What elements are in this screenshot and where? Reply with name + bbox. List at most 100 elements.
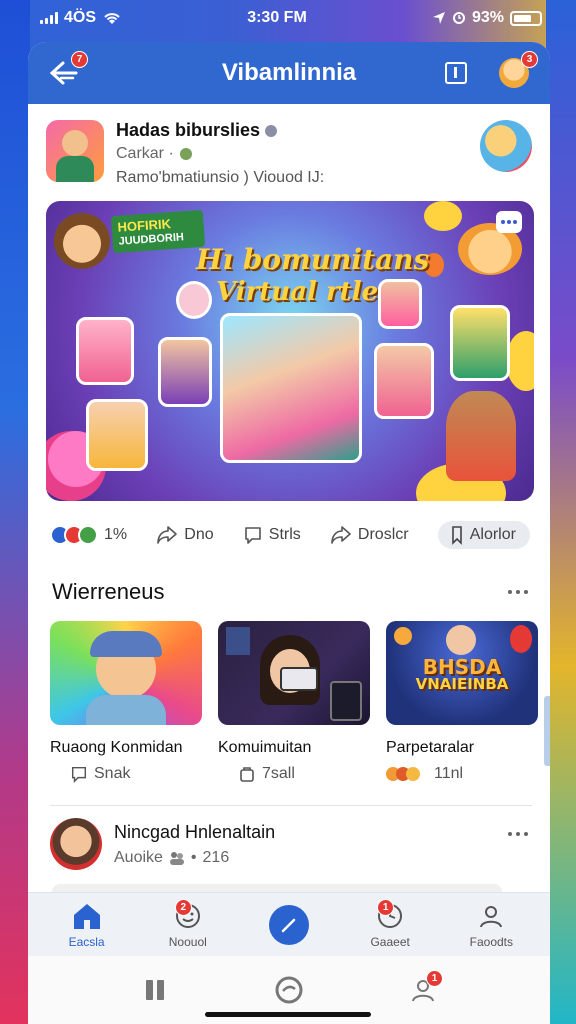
- alarm-icon: [452, 12, 465, 24]
- author-name[interactable]: Hadas biburslies: [116, 120, 468, 141]
- photo-kid: [76, 317, 134, 385]
- photo-kid: [86, 399, 148, 471]
- post-actions: 1% Dno Strls Droslcr Alorlor: [28, 509, 550, 561]
- photo-kid: [158, 337, 212, 407]
- home-icon: [73, 903, 100, 929]
- tab-home[interactable]: Eacsla: [47, 901, 127, 949]
- more-options-button[interactable]: [496, 211, 522, 233]
- recents-button[interactable]: [135, 970, 175, 1010]
- back-badge: 7: [71, 51, 88, 68]
- balloon-shape: [506, 331, 534, 391]
- banner-headline: Hı bomunitans: [196, 243, 430, 276]
- section-title: Wierreneus: [52, 579, 165, 604]
- tab-label: Faoodts: [469, 934, 514, 949]
- suggestion-more-button[interactable]: [508, 832, 528, 836]
- card-item[interactable]: Komuimuitan 7sall: [218, 621, 370, 783]
- verified-icon: [265, 124, 278, 137]
- tab-badge: 2: [174, 898, 192, 916]
- bottom-tab-bar: Eacsla 2 Noouol 1 Gaaeet Faoodts: [28, 892, 550, 956]
- tab-badge: 1: [377, 898, 395, 916]
- tab-label: Gaaeet: [370, 934, 410, 949]
- carousel-scroll-hint: [544, 696, 550, 766]
- post-banner-image[interactable]: HOFIRIK JUUDBORIH Hı bomunitans Virtual …: [46, 201, 534, 501]
- background-left: [0, 0, 30, 1024]
- back-button[interactable]: 7: [46, 51, 88, 91]
- suggested-profile[interactable]: Nincgad Hnlenaltain Auoike • 216: [28, 806, 550, 870]
- battery-icon: [510, 10, 542, 26]
- app-header: 7 Vibamlinnia 3: [28, 42, 550, 104]
- profile-nav-button[interactable]: 1: [403, 970, 443, 1010]
- location-icon: [432, 12, 445, 24]
- group-avatar[interactable]: [480, 120, 532, 172]
- tab-profile[interactable]: Faoodts: [451, 901, 531, 949]
- comment-button[interactable]: Strls: [243, 525, 301, 545]
- card-item[interactable]: BHSDA VNAIEINBA Parpetaralar 11nl: [386, 621, 538, 783]
- save-button[interactable]: Alorlor: [437, 521, 530, 549]
- tab-notifications[interactable]: 2 Noouol: [148, 898, 228, 949]
- person-icon: [480, 905, 503, 927]
- post-subtitle: Carkar ·: [116, 145, 468, 163]
- profile-button[interactable]: 3: [496, 51, 538, 91]
- photo-kid: [176, 281, 212, 319]
- reaction-icon: [386, 767, 420, 781]
- profile-badge: 3: [521, 51, 538, 68]
- home-circle-icon: [275, 976, 303, 1004]
- photo-kid: [378, 279, 422, 329]
- suggested-meta: Auoike • 216: [114, 848, 230, 866]
- background-right: [546, 0, 576, 1024]
- card-title: Ruaong Konmidan: [50, 739, 183, 756]
- carrier-label: 4ÖS: [64, 9, 97, 26]
- reactions-count: 1%: [104, 526, 128, 543]
- photo-kid: [374, 343, 434, 419]
- card-carousel: Ruaong Konmidan Snak Komuimuitan 7sall B…: [28, 605, 550, 783]
- card-title: Parpetaralar: [386, 739, 475, 756]
- balloon-shape: [424, 201, 462, 231]
- card-title: Komuimuitan: [218, 739, 312, 756]
- nav-badge: 1: [426, 970, 443, 987]
- tab-label: Noouol: [168, 934, 207, 949]
- bookmark-icon: [451, 526, 462, 545]
- battery-percent: 93%: [471, 9, 504, 26]
- mascot-face: [54, 213, 110, 269]
- compose-button[interactable]: [268, 904, 309, 945]
- comment-icon: [244, 527, 261, 544]
- card-banner-text: BHSDA VNAIEINBA: [415, 655, 509, 693]
- share-icon: [157, 526, 178, 544]
- card-item[interactable]: Ruaong Konmidan Snak: [50, 621, 202, 783]
- tabs-icon: [445, 62, 467, 84]
- reactions-summary[interactable]: 1%: [50, 525, 127, 545]
- app-window: 7 Vibamlinnia 3 Hadas biburslies Carkar …: [28, 42, 550, 1024]
- author-avatar[interactable]: [46, 120, 104, 182]
- tabs-button[interactable]: [438, 55, 474, 91]
- care-reaction-icon: [78, 525, 98, 545]
- card-meta: 7sall: [218, 765, 370, 783]
- tab-label: Eacsla: [68, 934, 105, 949]
- share-button[interactable]: Dno: [156, 525, 214, 545]
- tab-activity[interactable]: 1 Gaaeet: [350, 898, 430, 949]
- wifi-icon: [104, 13, 120, 24]
- post-header: Hadas biburslies Carkar · Ramo'bmatiunsi…: [28, 104, 550, 187]
- bag-icon: [240, 767, 254, 782]
- mascot-bear: [446, 391, 516, 481]
- post-description: Ramo'bmatiunsio ) Viouod IJ:: [116, 169, 325, 186]
- card-meta: 11nl: [386, 765, 538, 783]
- comment-icon: [71, 766, 87, 783]
- clock-time: 3:30 FM: [247, 9, 307, 26]
- card-thumbnail: [218, 621, 370, 725]
- section-more-button[interactable]: [508, 590, 528, 594]
- suggested-name: Nincgad Hnlenaltain: [114, 821, 276, 842]
- section-header: Wierreneus: [28, 561, 550, 605]
- pause-icon: [146, 980, 164, 1000]
- photo-kid: [450, 305, 510, 381]
- card-thumbnail: [50, 621, 202, 725]
- globe-icon: [179, 148, 192, 160]
- home-indicator[interactable]: [205, 1012, 371, 1017]
- group-icon: [169, 851, 184, 865]
- home-nav-button[interactable]: [269, 970, 309, 1010]
- signal-icon: [40, 12, 58, 24]
- forward-button[interactable]: Droslcr: [330, 525, 409, 545]
- card-meta: Snak: [50, 765, 202, 783]
- compose-icon: [281, 918, 296, 932]
- tab-compose[interactable]: [249, 904, 329, 945]
- event-tag: HOFIRIK JUUDBORIH: [110, 209, 206, 253]
